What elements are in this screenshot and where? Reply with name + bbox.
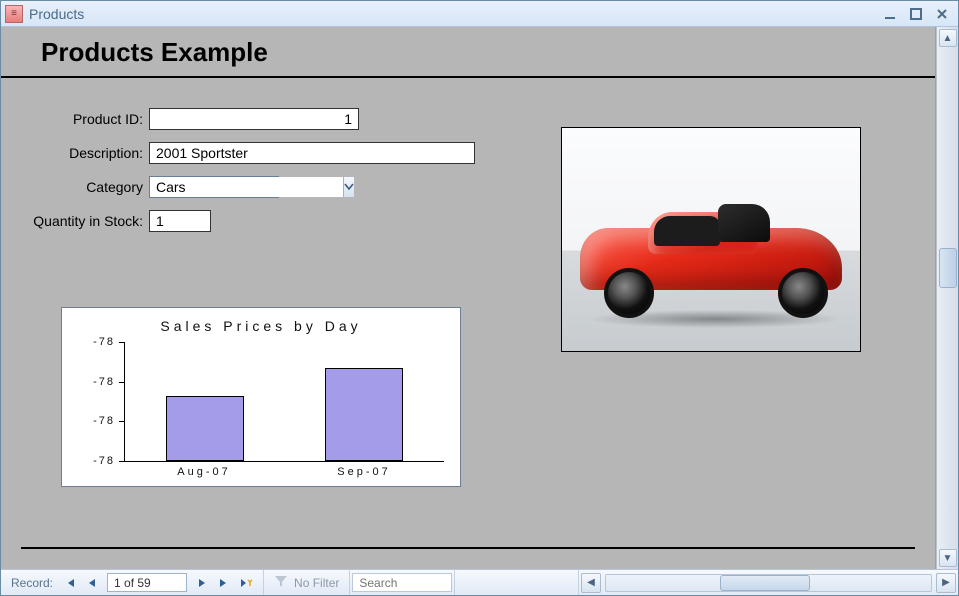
- window-title: Products: [29, 6, 876, 22]
- hscroll-track[interactable]: [605, 574, 932, 592]
- form-footer-rule: [21, 547, 915, 549]
- record-label: Record:: [7, 576, 53, 590]
- scroll-down-icon[interactable]: ▼: [939, 549, 957, 567]
- scroll-thumb[interactable]: [939, 248, 957, 288]
- chart-x-label: Aug-07: [124, 462, 284, 478]
- description-input[interactable]: [149, 142, 475, 164]
- prev-record-button[interactable]: [82, 573, 102, 593]
- record-position-input[interactable]: [107, 573, 187, 592]
- product-id-label: Product ID:: [31, 111, 149, 127]
- form-header: Products Example: [1, 27, 935, 78]
- page-title: Products Example: [41, 37, 905, 68]
- funnel-icon: [274, 574, 288, 591]
- sales-chart: Sales Prices by Day -78-78-78-78 Aug-07S…: [61, 307, 461, 487]
- vertical-scrollbar[interactable]: ▲ ▼: [936, 27, 958, 569]
- maximize-button[interactable]: [904, 5, 928, 23]
- chevron-down-icon[interactable]: [343, 177, 354, 197]
- next-record-button[interactable]: [192, 573, 212, 593]
- scroll-up-icon[interactable]: ▲: [939, 29, 957, 47]
- app-icon: ≡: [5, 5, 23, 23]
- filter-indicator[interactable]: No Filter: [264, 570, 350, 595]
- minimize-button[interactable]: [878, 5, 902, 23]
- last-record-button[interactable]: [214, 573, 234, 593]
- new-record-button[interactable]: [236, 573, 256, 593]
- chart-bar: [325, 368, 403, 461]
- horizontal-scrollbar[interactable]: ◀ ▶: [578, 570, 958, 595]
- category-input[interactable]: [150, 177, 343, 197]
- chart-title: Sales Prices by Day: [78, 318, 444, 334]
- form-area: Products Example Product ID: Description…: [1, 27, 936, 569]
- quantity-label: Quantity in Stock:: [31, 213, 149, 229]
- product-id-input[interactable]: [149, 108, 359, 130]
- search-input[interactable]: [352, 573, 452, 592]
- category-label: Category: [31, 179, 149, 195]
- chart-x-label: Sep-07: [284, 462, 444, 478]
- scroll-right-icon[interactable]: ▶: [936, 573, 956, 593]
- close-button[interactable]: [930, 5, 954, 23]
- filter-label: No Filter: [294, 576, 339, 590]
- hscroll-thumb[interactable]: [720, 575, 810, 591]
- quantity-input[interactable]: [149, 210, 211, 232]
- first-record-button[interactable]: [60, 573, 80, 593]
- scroll-track[interactable]: [939, 49, 957, 547]
- scroll-left-icon[interactable]: ◀: [581, 573, 601, 593]
- description-label: Description:: [31, 145, 149, 161]
- category-combobox[interactable]: [149, 176, 279, 198]
- record-navigator: Record: No Filter ◀ ▶: [1, 569, 958, 595]
- chart-bar: [166, 396, 244, 461]
- product-image: [561, 127, 861, 352]
- window-titlebar: ≡ Products: [1, 1, 958, 27]
